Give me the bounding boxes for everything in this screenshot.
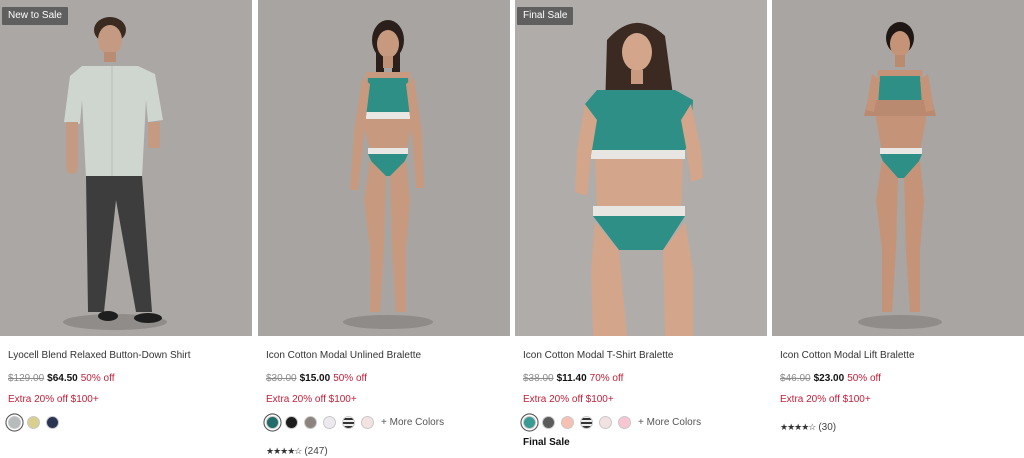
price-row: $46.00 $23.00 50% off — [780, 373, 881, 384]
color-swatch[interactable] — [342, 415, 355, 429]
review-count: (247) — [304, 446, 328, 457]
original-price: $30.00 — [266, 373, 297, 384]
product-card: Icon Cotton Modal Lift Bralette $46.00 $2… — [772, 0, 1024, 458]
promo-text: Extra 20% off $100+ — [523, 394, 614, 405]
discount-label: 50% off — [80, 373, 115, 384]
discount-label: 50% off — [333, 373, 367, 384]
star-rating-icon: ★★★★☆ — [266, 446, 302, 456]
promo-text: Extra 20% off $100+ — [8, 394, 99, 405]
color-swatch[interactable] — [8, 415, 21, 429]
product-title[interactable]: Icon Cotton Modal Lift Bralette — [780, 350, 915, 361]
color-swatch[interactable] — [304, 415, 317, 429]
product-image[interactable]: New to Sale — [0, 0, 252, 336]
final-sale-badge: Final Sale — [517, 7, 574, 25]
price-row: $129.00 $64.50 50% off — [8, 373, 114, 384]
promo-text: Extra 20% off $100+ — [780, 394, 871, 405]
price-row: $38.00 $11.40 70% off — [523, 373, 623, 384]
discount-label: 50% off — [847, 373, 881, 384]
original-price: $129.00 — [8, 373, 45, 384]
product-grid: New to Sale Lyocell Blend Relaxed Button… — [0, 0, 1024, 458]
color-swatch[interactable] — [285, 415, 298, 429]
sale-price: $23.00 — [813, 373, 845, 384]
sale-price: $64.50 — [47, 373, 78, 384]
color-swatch[interactable] — [599, 415, 612, 429]
color-swatch[interactable] — [561, 415, 574, 429]
product-card: Icon Cotton Modal Unlined Bralette $30.0… — [258, 0, 510, 458]
product-image[interactable] — [258, 0, 510, 336]
more-colors-link[interactable]: + More Colors — [638, 417, 701, 428]
color-swatch[interactable] — [27, 415, 40, 429]
final-sale-label: Final Sale — [523, 437, 570, 448]
sale-price: $11.40 — [556, 373, 587, 384]
color-swatch[interactable] — [266, 415, 279, 429]
rating[interactable]: ★★★★☆ (30) — [780, 422, 836, 433]
product-image[interactable] — [772, 0, 1024, 336]
product-title[interactable]: Icon Cotton Modal T-Shirt Bralette — [523, 350, 673, 361]
product-title[interactable]: Lyocell Blend Relaxed Button-Down Shirt — [8, 350, 191, 361]
original-price: $46.00 — [780, 373, 811, 384]
color-swatch[interactable] — [46, 415, 59, 429]
new-to-sale-badge: New to Sale — [2, 7, 68, 25]
rating[interactable]: ★★★★☆ (247) — [266, 446, 328, 457]
product-image[interactable]: Final Sale — [515, 0, 767, 336]
more-colors-link[interactable]: + More Colors — [381, 417, 444, 428]
color-swatch[interactable] — [542, 415, 555, 429]
color-swatch[interactable] — [580, 415, 593, 429]
review-count: (30) — [818, 422, 837, 433]
price-row: $30.00 $15.00 50% off — [266, 373, 367, 384]
color-swatch[interactable] — [618, 415, 631, 429]
product-card: Final Sale Icon Cotton Modal T-Shirt Bra… — [515, 0, 767, 458]
product-card: New to Sale Lyocell Blend Relaxed Button… — [0, 0, 252, 458]
product-title[interactable]: Icon Cotton Modal Unlined Bralette — [266, 350, 421, 361]
color-swatch[interactable] — [523, 415, 536, 429]
color-swatch[interactable] — [323, 415, 336, 429]
star-rating-icon: ★★★★☆ — [780, 422, 816, 432]
discount-label: 70% off — [589, 373, 624, 384]
color-swatches: + More Colors — [523, 414, 701, 430]
color-swatch[interactable] — [361, 415, 374, 429]
sale-price: $15.00 — [299, 373, 331, 384]
promo-text: Extra 20% off $100+ — [266, 394, 357, 405]
color-swatches: + More Colors — [266, 414, 444, 430]
original-price: $38.00 — [523, 373, 554, 384]
color-swatches — [8, 414, 59, 430]
